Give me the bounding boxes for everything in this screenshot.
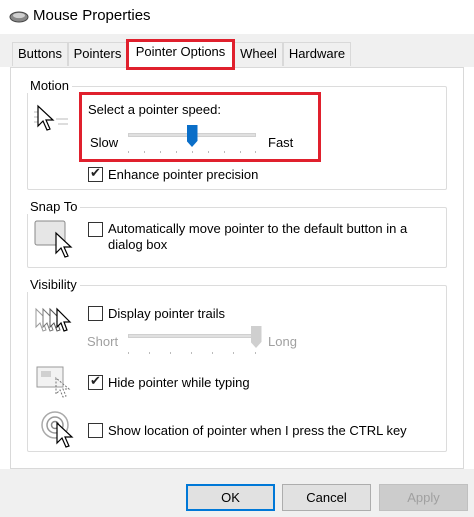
tab-pointers[interactable]: Pointers — [68, 42, 127, 66]
show-pointer-location-icon — [41, 411, 74, 448]
pointer-speed-icon — [34, 104, 68, 131]
pointer-trails-track — [128, 334, 256, 338]
check-mark-icon: ✔ — [90, 373, 101, 388]
long-label: Long — [268, 334, 297, 349]
apply-button[interactable]: Apply — [379, 484, 468, 511]
enhance-precision-label: Enhance pointer precision — [108, 167, 259, 182]
pointer-trails-checkbox[interactable] — [88, 306, 103, 321]
snap-to-button-icon — [34, 220, 73, 258]
check-mark-icon: ✔ — [90, 165, 101, 180]
visibility-group-label: Visibility — [27, 277, 80, 292]
short-label: Short — [87, 334, 119, 349]
window-title: Mouse Properties — [33, 7, 151, 24]
pointer-trails-label: Display pointer trails — [108, 306, 226, 321]
title-bar: Mouse Properties — [0, 0, 474, 34]
snap-to-group — [27, 207, 447, 268]
tab-pointer-options[interactable]: Pointer Options — [127, 39, 234, 68]
snap-to-label-line1: Automatically move pointer to the defaul… — [108, 221, 408, 236]
tab-buttons[interactable]: Buttons — [12, 42, 68, 66]
show-pointer-location-checkbox[interactable] — [88, 423, 103, 438]
cancel-button[interactable]: Cancel — [282, 484, 371, 511]
snap-to-group-label: Snap To — [27, 199, 81, 214]
snap-to-checkbox[interactable] — [88, 222, 103, 237]
hide-pointer-typing-label: Hide pointer while typing — [108, 375, 250, 390]
snap-to-label-line2: dialog box — [108, 237, 168, 252]
hide-pointer-typing-checkbox[interactable]: ✔ — [88, 373, 103, 390]
enhance-precision-checkbox[interactable]: ✔ — [88, 165, 103, 182]
pointer-speed-highlight-box — [79, 92, 321, 162]
tab-wheel[interactable]: Wheel — [234, 42, 283, 66]
ok-button[interactable]: OK — [186, 484, 275, 511]
motion-group-label: Motion — [27, 78, 73, 93]
mouse-icon — [9, 11, 29, 23]
tab-hardware[interactable]: Hardware — [283, 42, 351, 66]
hide-pointer-typing-icon — [36, 366, 71, 398]
pointer-trails-icon — [35, 307, 72, 332]
show-pointer-location-label: Show location of pointer when I press th… — [108, 423, 407, 438]
pointer-trails-ticks — [128, 352, 256, 355]
